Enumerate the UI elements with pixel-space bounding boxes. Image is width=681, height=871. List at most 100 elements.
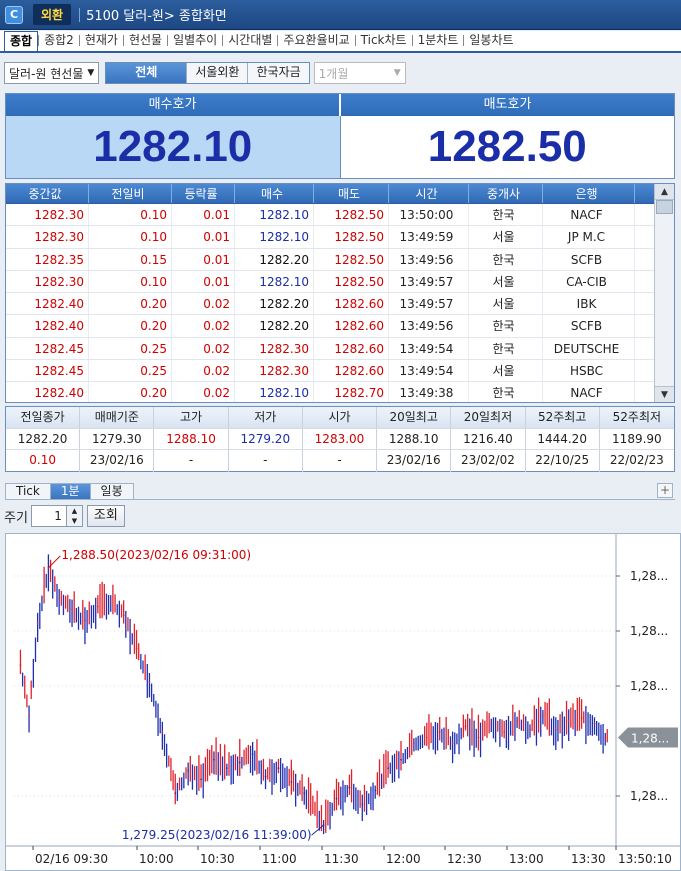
column-header[interactable]: 매도 — [314, 184, 389, 203]
stepper-down-icon[interactable]: ▼ — [66, 516, 82, 526]
stats-row: 1282.20 1279.30 1288.10 1279.20 1283.00 1288.… — [6, 428, 674, 450]
stats-cell: 23/02/02 — [451, 450, 526, 472]
period-select[interactable]: 1개월 ▼ — [313, 62, 406, 84]
filter-all-button[interactable]: 전체 — [106, 63, 187, 83]
cell-pct: 0.01 — [172, 226, 235, 248]
tab-2[interactable]: 현재가 — [80, 31, 123, 51]
column-header[interactable]: 중간값 — [6, 184, 89, 203]
tab-7[interactable]: Tick차트 — [356, 31, 412, 51]
data-point — [604, 736, 607, 739]
table-row[interactable]: 1282.40 0.20 0.02 1282.20 1282.60 13:49:57 서울 I… — [6, 293, 674, 316]
cell-mid: 1282.35 — [6, 248, 89, 270]
cell-chg: 0.20 — [89, 382, 172, 402]
data-point — [36, 622, 39, 625]
cell-buy: 1282.30 — [235, 337, 314, 360]
table-row[interactable]: 1282.45 0.25 0.02 1282.30 1282.60 13:49:54 한국 D… — [6, 337, 674, 361]
stats-cell: 20일최고 — [377, 407, 452, 428]
filter-seoul-button[interactable]: 서울외환 — [186, 63, 248, 83]
stats-cell: 1282.20 — [6, 428, 81, 449]
tab-1[interactable]: 종합2 — [39, 31, 79, 51]
chart-tab-daily[interactable]: 일봉 — [89, 483, 134, 499]
tab-4[interactable]: 일별추이 — [168, 31, 222, 51]
column-header[interactable]: 은행 — [543, 184, 635, 203]
cell-broker: 한국 — [469, 337, 543, 360]
data-point — [238, 761, 241, 764]
table-row[interactable]: 1282.35 0.15 0.01 1282.20 1282.50 13:49:56 한국 S… — [6, 248, 674, 271]
cell-time: 13:50:00 — [389, 204, 469, 226]
table-row[interactable]: 1282.30 0.10 0.01 1282.10 1282.50 13:49:59 서울 J… — [6, 226, 674, 249]
data-point — [251, 753, 254, 756]
chart-tab-1min[interactable]: 1분 — [49, 483, 91, 499]
tab-9[interactable]: 일봉차트 — [464, 31, 518, 51]
stats-cell: 매매기준 — [80, 407, 155, 428]
data-point — [84, 619, 86, 622]
stats-cell: 1288.10 — [377, 428, 452, 449]
cell-bank: SCFB — [543, 248, 635, 270]
screen-tabs: 종합 종합2 현재가 현선물 일별추이 시간대별 주요환율비교 Tick차트 1분차트 일봉차트 — [0, 31, 681, 53]
stats-cell: 1444.20 — [526, 428, 600, 449]
x-tick-label: 02/16 09:30 — [35, 852, 108, 866]
cell-time: 13:49:56 — [389, 248, 469, 270]
scroll-thumb[interactable] — [656, 200, 673, 214]
cell-sell: 1282.50 — [314, 204, 389, 226]
data-point — [374, 789, 377, 792]
cell-mid: 1282.40 — [6, 293, 89, 315]
cell-mid: 1282.40 — [6, 382, 89, 402]
column-header[interactable]: 중개사 — [469, 184, 543, 203]
column-header[interactable]: 시간 — [389, 184, 469, 203]
data-point — [387, 767, 389, 770]
cell-time: 13:49:54 — [389, 337, 469, 360]
expand-chart-icon[interactable]: + — [657, 483, 673, 498]
data-point — [148, 680, 151, 683]
bid-price: 1282.10 — [6, 116, 340, 178]
column-header[interactable]: 등락률 — [172, 184, 235, 203]
table-row[interactable]: 1282.40 0.20 0.02 1282.20 1282.60 13:49:56 한국 S… — [6, 315, 674, 338]
period-select-value: 1개월 — [318, 66, 349, 81]
table-row[interactable]: 1282.40 0.20 0.02 1282.10 1282.70 13:49:38 한국 N… — [6, 382, 674, 402]
price-chart[interactable]: 1,28... 1,28... 1,28... 1,28... 02/16 09:30 1… — [5, 533, 681, 871]
fx-summary-window: C 외환 5100 달러-원> 종합화면 종합 종합2 현재가 현선물 일별추이 시간대별… — [0, 0, 681, 871]
market-badge[interactable]: 외환 — [33, 4, 72, 25]
data-point — [554, 728, 557, 731]
table-row[interactable]: 1282.45 0.25 0.02 1282.30 1282.60 13:49:54 서울 H… — [6, 360, 674, 383]
period-value[interactable]: 1 — [32, 506, 66, 526]
chart-tab-tick[interactable]: Tick — [5, 483, 51, 499]
tab-3[interactable]: 현선물 — [124, 31, 167, 51]
data-point — [464, 725, 467, 728]
filter-korea-button[interactable]: 한국자금 — [247, 63, 309, 83]
cell-buy: 1282.10 — [235, 226, 314, 248]
stats-row: 0.10 23/02/16- - -23/02/16 23/02/02 22/10/25 2… — [6, 450, 674, 472]
stepper-up-icon[interactable]: ▲ — [66, 506, 82, 516]
period-stepper[interactable]: 1 ▲ ▼ — [30, 505, 83, 527]
data-point — [413, 742, 415, 744]
query-button[interactable]: 조회 — [86, 505, 125, 527]
tab-5[interactable]: 시간대별 — [223, 31, 277, 51]
cell-time: 13:49:56 — [389, 315, 469, 337]
cell-buy: 1282.10 — [235, 382, 314, 402]
cell-buy: 1282.10 — [235, 204, 314, 226]
cell-pct: 0.01 — [172, 248, 235, 270]
trades-scrollbar[interactable]: ▲ ▼ — [654, 184, 674, 402]
table-row[interactable]: 1282.30 0.10 0.01 1282.10 1282.50 13:50:00 한국 N… — [6, 204, 674, 227]
stats-cell: 23/02/16 — [80, 450, 155, 472]
cell-sell: 1282.60 — [314, 315, 389, 337]
stats-cell: 52주최고 — [526, 407, 600, 428]
data-point — [187, 769, 190, 772]
x-tick-label: 10:30 — [200, 852, 235, 866]
stats-cell: 22/10/25 — [526, 450, 600, 472]
column-header[interactable]: 매수 — [235, 184, 314, 203]
scroll-down-icon[interactable]: ▼ — [655, 386, 674, 402]
instrument-select[interactable]: 달러-원 현선물 ▼ — [4, 62, 100, 84]
data-point — [529, 728, 531, 731]
tab-8[interactable]: 1분차트 — [413, 31, 464, 51]
cell-chg: 0.15 — [89, 248, 172, 270]
cell-pct: 0.02 — [172, 382, 235, 402]
tab-0[interactable]: 종합 — [4, 31, 39, 51]
cell-mid: 1282.45 — [6, 337, 89, 360]
column-header[interactable]: 전일비 — [89, 184, 172, 203]
table-row[interactable]: 1282.30 0.10 0.01 1282.10 1282.50 13:49:57 서울 C… — [6, 270, 674, 294]
cell-sell: 1282.70 — [314, 382, 389, 402]
scroll-up-icon[interactable]: ▲ — [655, 184, 674, 200]
tab-6[interactable]: 주요환율비교 — [278, 31, 354, 51]
cell-pct: 0.02 — [172, 337, 235, 360]
